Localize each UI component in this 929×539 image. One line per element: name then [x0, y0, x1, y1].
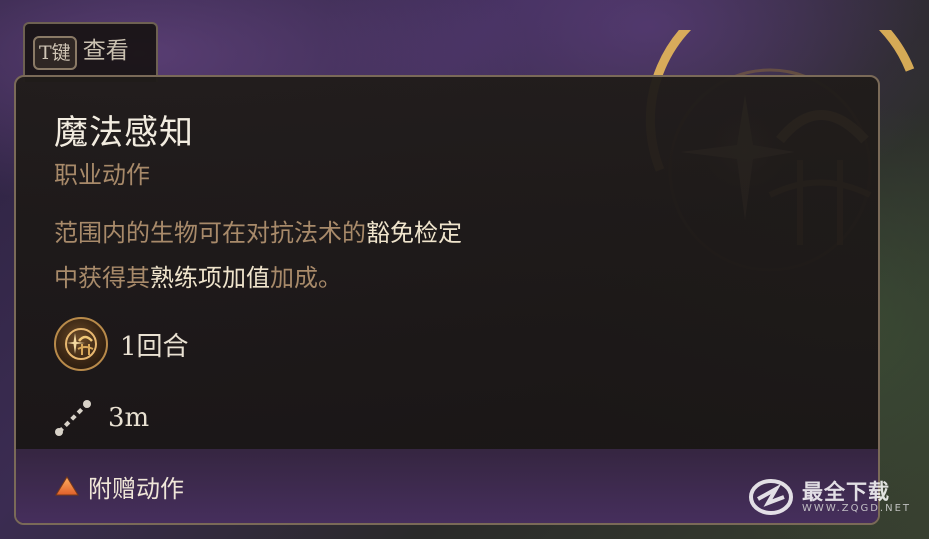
cost-row: 1回合 [54, 317, 189, 371]
site-watermark: 最全下载 WWW.ZQGD.NET [748, 477, 911, 517]
range-icon [50, 395, 96, 441]
watermark-url: WWW.ZQGD.NET [802, 502, 911, 514]
spell-description: 范围内的生物可在对抗法术的豁免检定中获得其熟练项加值加成。 [54, 211, 614, 301]
inspect-hotkey-tab[interactable]: T键 查看 [23, 22, 158, 82]
spell-tooltip: 魔法感知 职业动作 范围内的生物可在对抗法术的豁免检定 中获得其熟练项加值加成。 … [14, 75, 880, 525]
cost-label: 1回合 [120, 331, 189, 362]
range-row: 3m [50, 395, 149, 441]
desc-text-3: 加成。 [270, 264, 342, 292]
bonus-action-icon [54, 317, 108, 371]
desc-highlight-saving-throw: 豁免检定 [366, 219, 462, 247]
watermark-logo-icon [749, 479, 794, 515]
hotkey-key: T键 [33, 36, 77, 70]
hotkey-label: 查看 [82, 38, 129, 64]
spell-title: 魔法感知 [54, 113, 194, 153]
desc-text-2: 中获得其 [54, 264, 150, 292]
triangle-icon [55, 476, 79, 496]
action-type-label: 附赠动作 [88, 474, 184, 503]
watermark-name: 最全下载 [802, 479, 891, 504]
desc-text-1: 范围内的生物可在对抗法术的 [54, 219, 366, 247]
desc-highlight-proficiency: 熟练项加值 [150, 264, 270, 292]
range-label: 3m [108, 403, 150, 433]
spell-type: 职业动作 [54, 161, 150, 189]
